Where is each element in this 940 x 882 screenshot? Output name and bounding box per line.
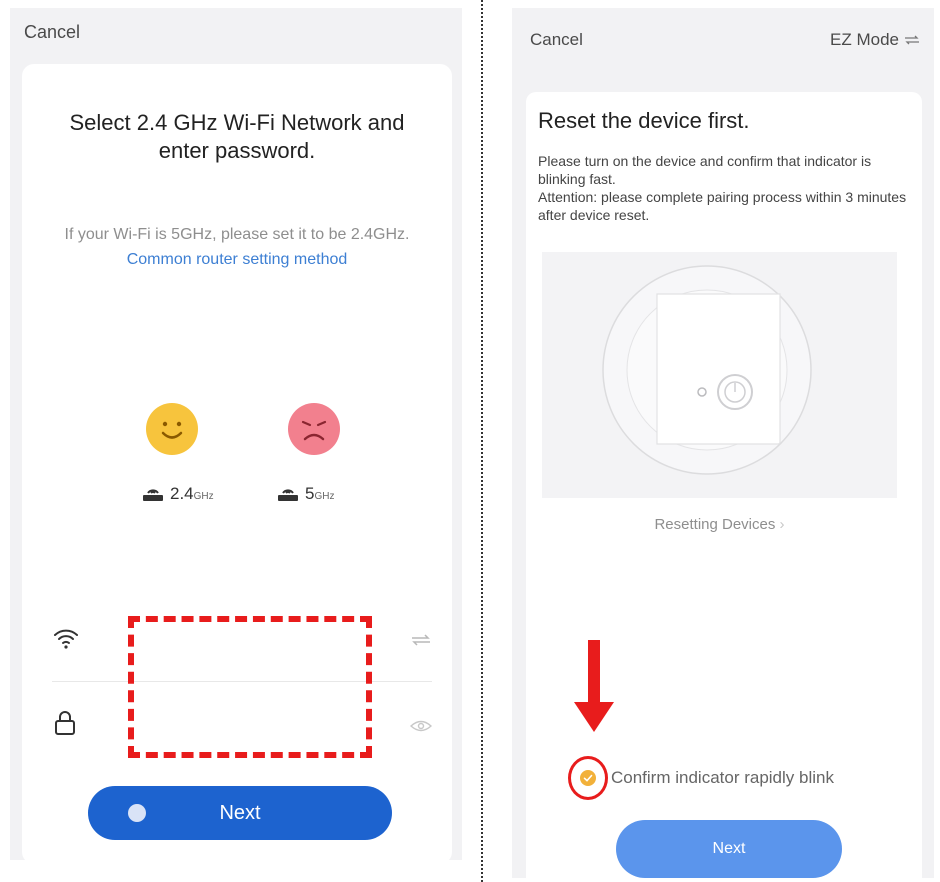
band-24-value: 2.4 (170, 484, 194, 503)
wifi-hint-text: If your Wi-Fi is 5GHz, please set it to … (64, 226, 410, 243)
highlight-box (128, 616, 372, 758)
resetting-devices-link[interactable]: Resetting Devices › (542, 516, 897, 533)
confirm-checkbox[interactable] (580, 770, 596, 786)
ez-mode-label: EZ Mode (830, 30, 899, 49)
check-icon (583, 774, 593, 782)
happy-face-icon (146, 403, 198, 455)
page-title: Select 2.4 GHz Wi-Fi Network and enter p… (69, 110, 405, 163)
device-illustration (542, 252, 897, 498)
switch-network-icon[interactable] (410, 634, 432, 646)
red-arrow-icon (588, 640, 600, 706)
reset-instruction-line: Attention: please complete pairing proce… (538, 189, 907, 223)
sad-face-icon (288, 403, 340, 455)
next-button[interactable]: Next (616, 820, 842, 878)
red-arrow-head-icon (574, 702, 614, 732)
lock-icon (55, 711, 75, 735)
band-24ghz: 2.4GHz (142, 484, 214, 504)
router-setting-link[interactable]: Common router setting method (127, 251, 348, 268)
loading-dot-icon (128, 804, 146, 822)
resetting-devices-label: Resetting Devices (654, 516, 776, 533)
page-title: Reset the device first. (538, 108, 750, 133)
reset-instructions: Please turn on the device and confirm th… (538, 152, 908, 224)
screen-divider (481, 0, 483, 882)
next-button[interactable]: Next (88, 786, 392, 840)
cancel-button[interactable]: Cancel (24, 22, 80, 43)
wifi-setup-screen: Cancel Select 2.4 GHz Wi-Fi Network and … (10, 8, 462, 860)
wifi-card: Select 2.4 GHz Wi-Fi Network and enter p… (22, 64, 452, 860)
band-5ghz: 5GHz (277, 484, 334, 504)
chevron-right-icon: › (779, 516, 785, 533)
eye-icon[interactable] (410, 719, 432, 733)
band-5-unit: GHz (314, 491, 335, 502)
band-24-unit: GHz (193, 491, 214, 502)
next-button-label: Next (219, 801, 261, 824)
cancel-button[interactable]: Cancel (530, 30, 583, 50)
reset-instruction-line: Please turn on the device and confirm th… (538, 153, 872, 187)
router-icon (278, 489, 298, 501)
reset-device-screen: Cancel EZ Mode Reset the device first. P… (512, 8, 934, 878)
wifi-icon (54, 629, 78, 649)
switch-mode-icon (905, 35, 919, 45)
wifi-hint: If your Wi-Fi is 5GHz, please set it to … (47, 222, 427, 272)
confirm-label[interactable]: Confirm indicator rapidly blink (611, 768, 834, 788)
ez-mode-switch[interactable]: EZ Mode (830, 30, 920, 50)
router-icon (143, 489, 163, 501)
